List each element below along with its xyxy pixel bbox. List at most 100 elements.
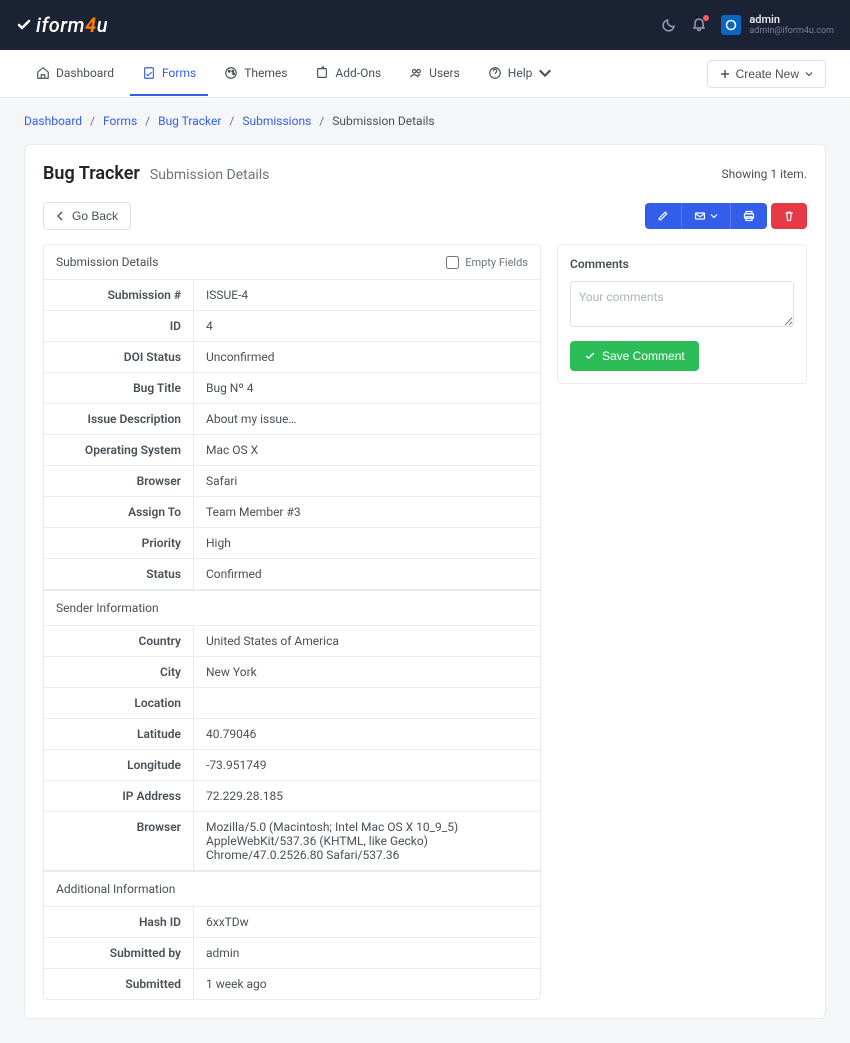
go-back-label: Go Back <box>72 209 118 223</box>
mail-button[interactable] <box>681 203 730 229</box>
topbar: iform4u admin admin@iform4u.com <box>0 0 850 50</box>
detail-label: Location <box>44 688 194 718</box>
page-subtitle: Submission Details <box>150 167 269 183</box>
nav-themes[interactable]: Themes <box>212 52 299 96</box>
nav-addons[interactable]: Add-Ons <box>303 52 393 96</box>
user-name: admin <box>749 13 834 26</box>
chevron-down-icon <box>805 70 813 78</box>
notification-dot-icon <box>703 15 709 21</box>
print-icon <box>743 210 755 222</box>
detail-label: Assign To <box>44 497 194 527</box>
nav-dashboard[interactable]: Dashboard <box>24 52 126 96</box>
detail-label: ID <box>44 311 194 341</box>
user-email: admin@iform4u.com <box>749 26 834 37</box>
detail-label: Bug Title <box>44 373 194 403</box>
detail-label: Longitude <box>44 750 194 780</box>
nav-label: Dashboard <box>56 66 114 80</box>
comment-input[interactable] <box>570 281 794 327</box>
detail-label: DOI Status <box>44 342 194 372</box>
user-menu[interactable]: admin admin@iform4u.com <box>721 13 834 37</box>
detail-label: Issue Description <box>44 404 194 434</box>
notifications-button[interactable] <box>691 17 707 33</box>
details-panel: Submission Details Empty Fields Submissi… <box>43 244 541 1000</box>
detail-value <box>194 688 540 718</box>
page-title: Bug Tracker <box>43 163 140 184</box>
detail-value: 1 week ago <box>194 969 540 999</box>
detail-label: Status <box>44 559 194 589</box>
topbar-right: admin admin@iform4u.com <box>661 13 834 37</box>
main-card: Bug Tracker Submission Details Showing 1… <box>24 144 826 1019</box>
nav-label: Help <box>508 66 533 80</box>
plus-icon <box>720 69 730 79</box>
detail-label: Operating System <box>44 435 194 465</box>
chevron-down-icon <box>710 212 718 220</box>
detail-value: -73.951749 <box>194 750 540 780</box>
breadcrumb-link[interactable]: Dashboard <box>24 114 82 128</box>
nav-label: Add-Ons <box>335 66 381 80</box>
detail-label: Browser <box>44 812 194 870</box>
detail-value: Bug Nº 4 <box>194 373 540 403</box>
detail-label: Country <box>44 626 194 656</box>
detail-value: United States of America <box>194 626 540 656</box>
section-header-sender: Sender Information <box>44 590 540 626</box>
detail-value: Mozilla/5.0 (Macintosh; Intel Mac OS X 1… <box>194 812 540 870</box>
detail-value: Unconfirmed <box>194 342 540 372</box>
nav-forms[interactable]: Forms <box>130 52 208 96</box>
chevron-down-icon <box>538 66 552 80</box>
detail-label: Priority <box>44 528 194 558</box>
print-button[interactable] <box>730 203 767 229</box>
create-new-button[interactable]: Create New <box>707 60 826 88</box>
save-comment-button[interactable]: Save Comment <box>570 341 699 371</box>
detail-value: Mac OS X <box>194 435 540 465</box>
edit-button[interactable] <box>645 203 681 229</box>
detail-value: Team Member #3 <box>194 497 540 527</box>
breadcrumb-link[interactable]: Forms <box>103 114 137 128</box>
detail-label: IP Address <box>44 781 194 811</box>
check-icon <box>584 350 596 362</box>
nav-help[interactable]: Help <box>476 52 565 96</box>
detail-label: Latitude <box>44 719 194 749</box>
nav-label: Users <box>429 66 460 80</box>
logo-mark-icon <box>16 17 32 33</box>
mail-icon <box>694 210 706 222</box>
detail-label: City <box>44 657 194 687</box>
dark-mode-toggle[interactable] <box>661 17 677 33</box>
section-header-additional: Additional Information <box>44 871 540 907</box>
nav-users[interactable]: Users <box>397 52 472 96</box>
detail-label: Submitted <box>44 969 194 999</box>
breadcrumb-link[interactable]: Bug Tracker <box>158 114 221 128</box>
nav-label: Themes <box>244 66 287 80</box>
pencil-icon <box>657 210 669 222</box>
detail-value: Confirmed <box>194 559 540 589</box>
puzzle-icon <box>315 66 329 80</box>
create-label: Create New <box>736 67 799 81</box>
detail-value: Safari <box>194 466 540 496</box>
detail-value: 72.229.28.185 <box>194 781 540 811</box>
users-icon <box>409 66 423 80</box>
detail-label: Browser <box>44 466 194 496</box>
detail-value: High <box>194 528 540 558</box>
breadcrumb: Dashboard/ Forms/ Bug Tracker/ Submissio… <box>24 114 826 128</box>
detail-value: admin <box>194 938 540 968</box>
detail-value: ISSUE-4 <box>194 280 540 310</box>
help-icon <box>488 66 502 80</box>
breadcrumb-link[interactable]: Submissions <box>242 114 311 128</box>
home-icon <box>36 66 50 80</box>
trash-icon <box>783 210 795 222</box>
nav-label: Forms <box>162 66 196 80</box>
go-back-button[interactable]: Go Back <box>43 202 131 230</box>
detail-value: About my issue… <box>194 404 540 434</box>
empty-fields-toggle[interactable]: Empty Fields <box>446 256 528 269</box>
delete-button[interactable] <box>771 203 807 229</box>
comments-title: Comments <box>570 257 794 271</box>
detail-label: Hash ID <box>44 907 194 937</box>
empty-fields-checkbox[interactable] <box>446 256 459 269</box>
detail-value: New York <box>194 657 540 687</box>
comments-panel: Comments Save Comment <box>557 244 807 384</box>
detail-label: Submitted by <box>44 938 194 968</box>
save-comment-label: Save Comment <box>602 349 685 363</box>
logo-text: iform4u <box>36 13 108 37</box>
detail-value: 40.79046 <box>194 719 540 749</box>
details-panel-title: Submission Details <box>56 255 158 269</box>
logo[interactable]: iform4u <box>16 13 108 37</box>
